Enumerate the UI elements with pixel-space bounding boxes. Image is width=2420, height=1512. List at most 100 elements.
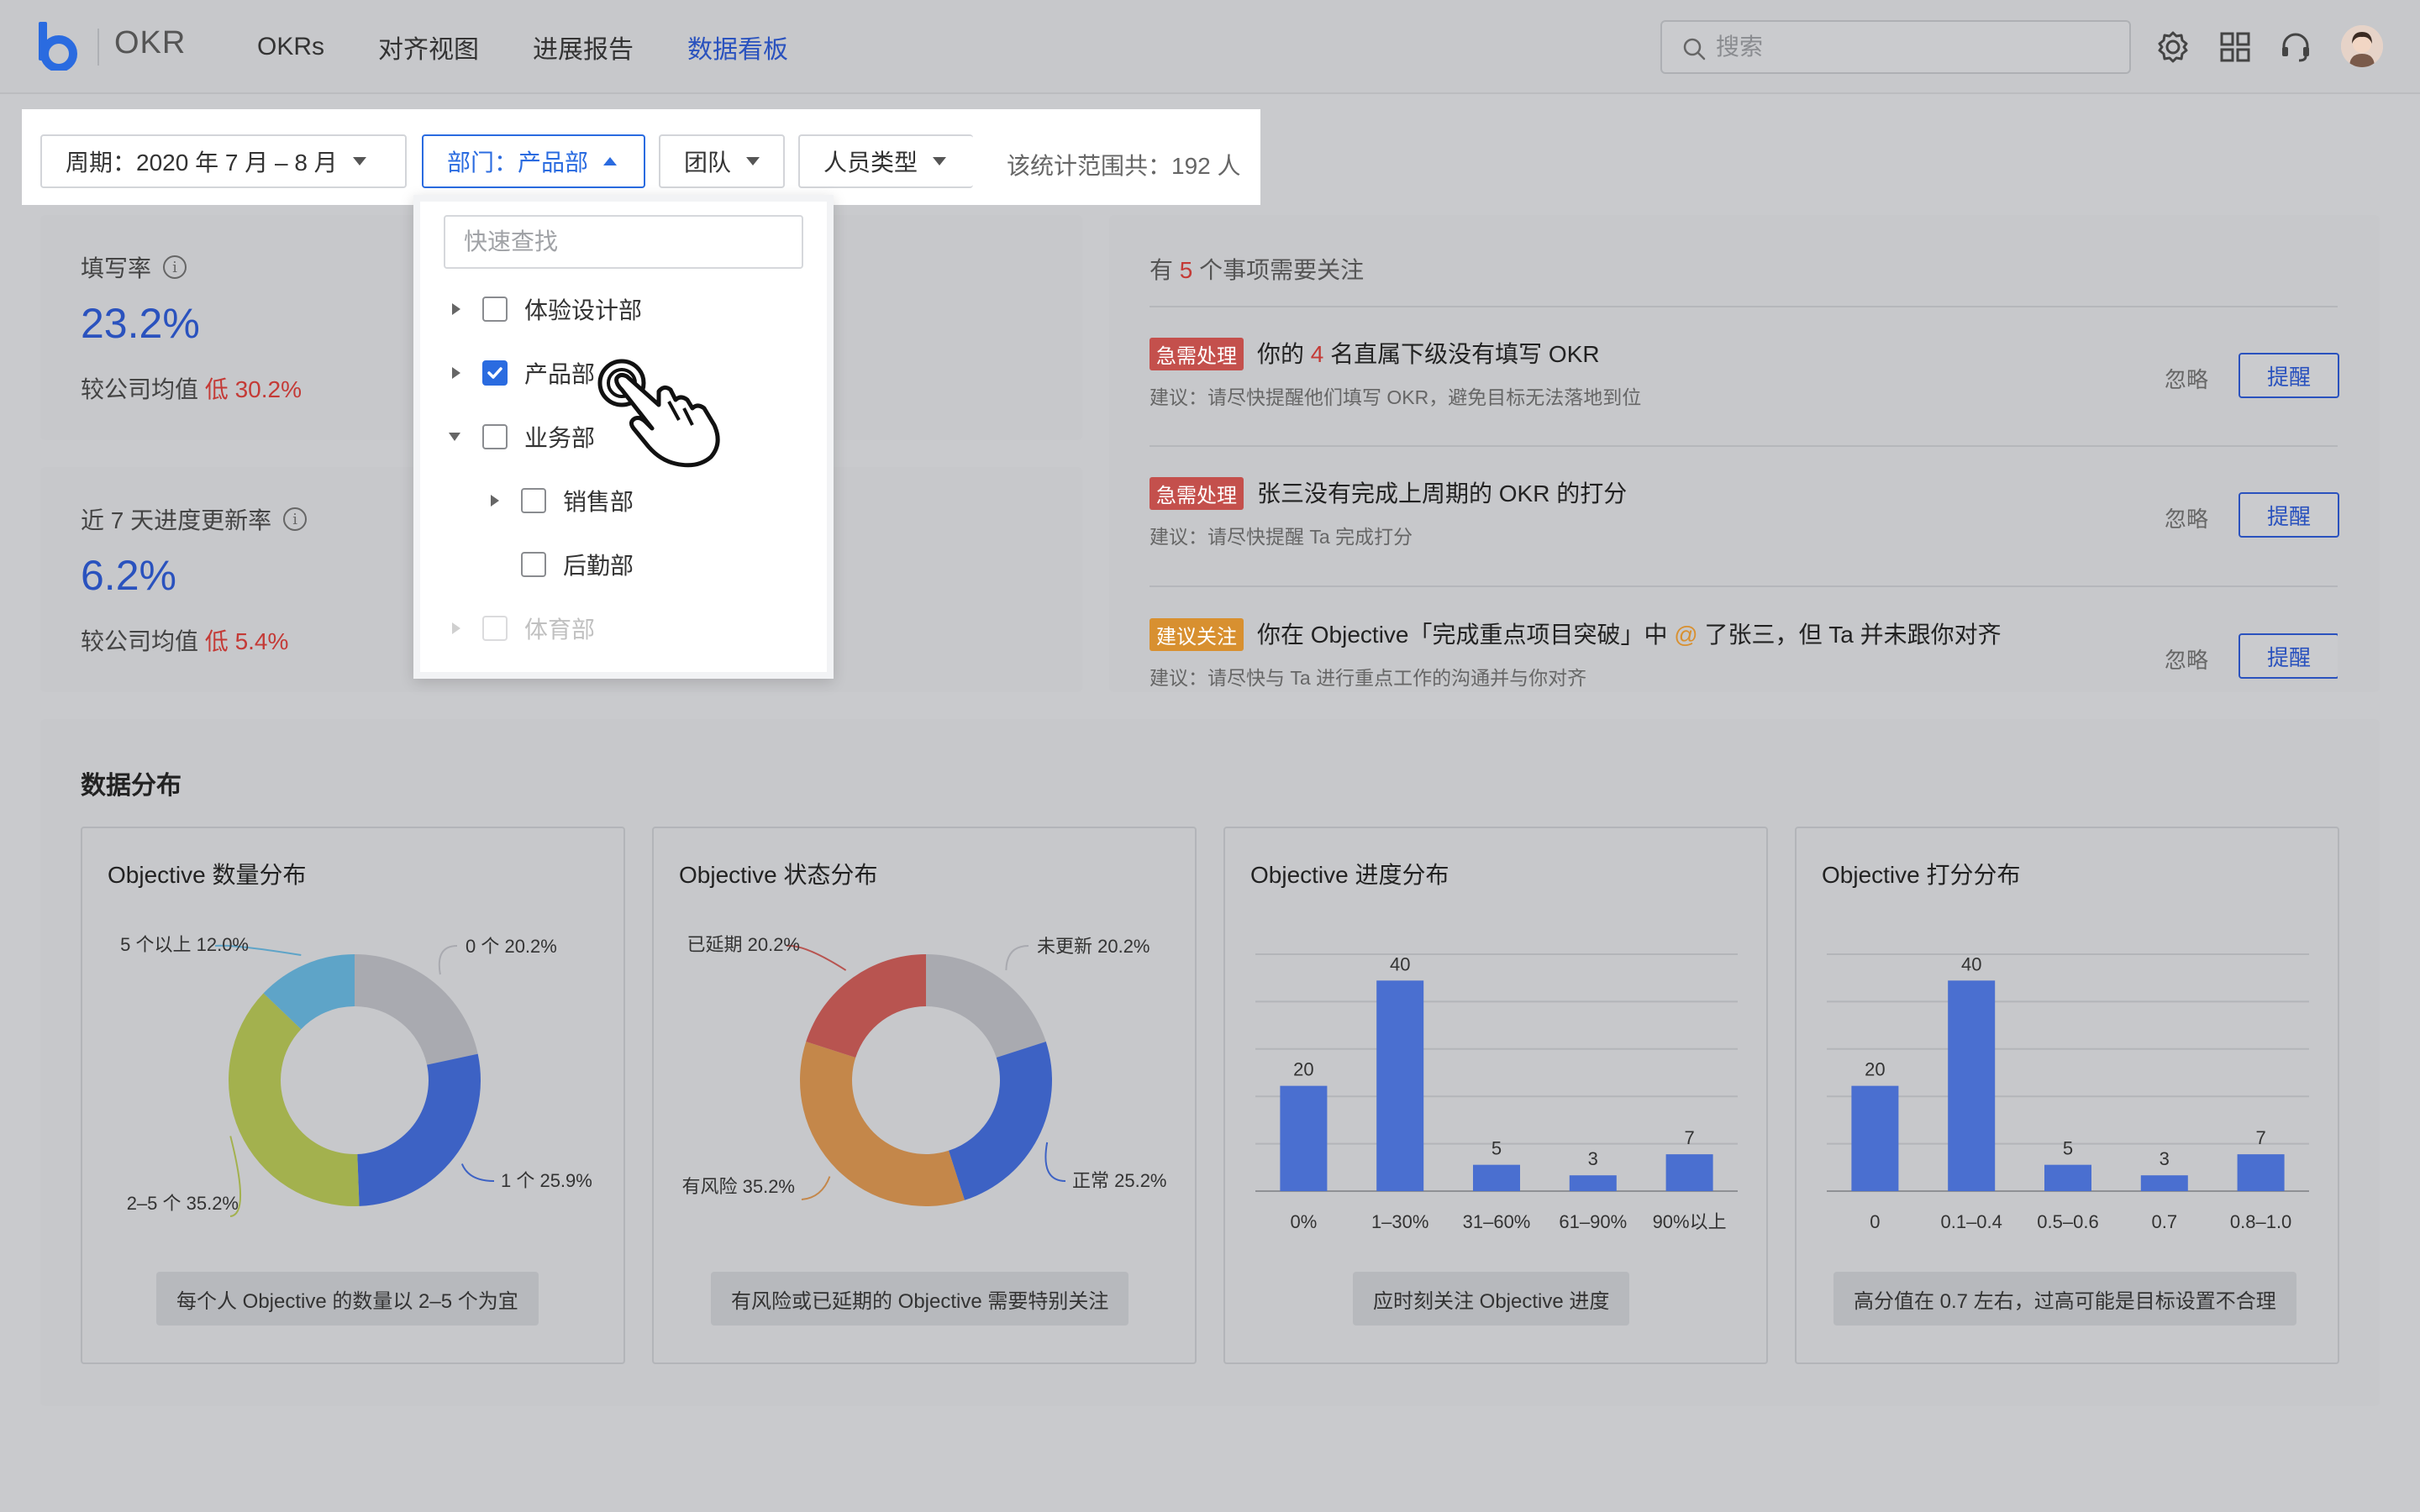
ignore-button[interactable]: 忽略 xyxy=(2165,643,2208,675)
bar-value-label: 5 xyxy=(1491,1138,1502,1159)
alert-suggestion: 建议：请尽快提醒他们填写 OKR，避免目标无法落地到位 xyxy=(1150,386,1642,408)
ignore-button[interactable]: 忽略 xyxy=(2165,502,2208,533)
bar[interactable] xyxy=(2237,1154,2285,1191)
checkbox[interactable] xyxy=(521,552,546,577)
person-type-filter-label: 人员类型 xyxy=(823,150,918,176)
logo-separator xyxy=(97,29,99,66)
top-bar: OKR OKRs 对齐视图 进展报告 数据看板 xyxy=(0,0,2420,94)
nav-alignment-view[interactable]: 对齐视图 xyxy=(378,29,479,66)
fill-rate-label-text: 填写率 xyxy=(81,255,152,281)
bar[interactable] xyxy=(2044,1164,2091,1191)
gear-icon[interactable] xyxy=(2156,30,2190,64)
team-filter[interactable]: 团队 xyxy=(659,134,785,188)
distribution-title: 数据分布 xyxy=(81,772,182,800)
alert-title-part: 了张三，但 Ta 并未跟你对齐 xyxy=(1704,622,2002,648)
x-tick-label: 0% xyxy=(1291,1211,1318,1232)
dropdown-item[interactable]: 产品部 xyxy=(449,356,595,390)
search-box[interactable] xyxy=(1660,20,2131,74)
bar-value-label: 20 xyxy=(1865,1059,1885,1080)
alert-title: 张三没有完成上周期的 OKR 的打分 xyxy=(1257,475,1627,509)
remind-button[interactable]: 提醒 xyxy=(2238,353,2339,398)
expand-right-icon[interactable] xyxy=(452,303,460,315)
donut-slice[interactable] xyxy=(806,954,926,1058)
bar[interactable] xyxy=(1473,1164,1520,1191)
info-icon[interactable]: i xyxy=(163,255,187,279)
slice-label: 已延期 20.2% xyxy=(687,934,801,955)
alert-title: 你在 Objective「完成重点项目突破」中 @ 了张三，但 Ta 并未跟你对… xyxy=(1257,617,2002,650)
donut-slice[interactable] xyxy=(355,954,478,1065)
bar-value-label: 20 xyxy=(1293,1059,1313,1080)
bar[interactable] xyxy=(1851,1085,1899,1191)
dropdown-search-input[interactable] xyxy=(444,215,803,269)
bar[interactable] xyxy=(1376,980,1424,1191)
donut-slice[interactable] xyxy=(800,1042,965,1206)
nav-data-dashboard[interactable]: 数据看板 xyxy=(687,29,788,66)
nav-progress-report[interactable]: 进展报告 xyxy=(533,29,634,66)
dropdown-item[interactable]: 体育部 xyxy=(449,612,595,645)
bar[interactable] xyxy=(1569,1175,1617,1191)
remind-button[interactable]: 提醒 xyxy=(2238,633,2338,679)
person-type-filter[interactable]: 人员类型 xyxy=(798,134,973,188)
checkbox[interactable] xyxy=(482,616,508,641)
fill-rate-label: 填写率 i xyxy=(81,250,187,284)
urgent-tag: 急需处理 xyxy=(1150,477,1244,510)
info-icon[interactable]: i xyxy=(283,507,308,531)
bar[interactable] xyxy=(1280,1085,1328,1191)
department-filter-label: 部门：产品部 xyxy=(447,150,589,176)
x-tick-label: 1–30% xyxy=(1371,1211,1429,1232)
alert-title-part: 名直属下级没有填写 OKR xyxy=(1330,341,1600,367)
divider xyxy=(1150,585,2338,587)
expand-right-icon[interactable] xyxy=(452,622,460,634)
expand-right-icon[interactable] xyxy=(491,495,499,507)
dropdown-item[interactable]: 销售部 xyxy=(487,484,634,517)
donut-slice[interactable] xyxy=(357,1053,481,1206)
update-rate-label: 近 7 天进度更新率 i xyxy=(81,502,308,536)
panel-note: 应时刻关注 Objective 进度 xyxy=(1353,1272,1630,1326)
expand-down-icon[interactable] xyxy=(449,433,460,441)
apps-grid-icon[interactable] xyxy=(2218,30,2252,64)
x-tick-label: 0.8–1.0 xyxy=(2230,1211,2291,1232)
update-rate-label-text: 近 7 天进度更新率 xyxy=(81,507,272,533)
avatar[interactable] xyxy=(2341,25,2383,67)
donut-slice[interactable] xyxy=(926,954,1046,1058)
alert-title-highlight: @ xyxy=(1674,622,1698,648)
period-filter-label: 周期：2020 年 7 月 – 8 月 xyxy=(66,150,338,176)
bar[interactable] xyxy=(1665,1154,1713,1191)
checkbox[interactable] xyxy=(482,360,508,386)
remind-button[interactable]: 提醒 xyxy=(2238,492,2339,538)
bar-value-label: 7 xyxy=(2255,1127,2265,1148)
caret-down-icon xyxy=(352,157,366,165)
checkbox[interactable] xyxy=(482,297,508,322)
app-logo-icon[interactable] xyxy=(37,22,77,71)
expand-right-icon[interactable] xyxy=(452,367,460,379)
app-title: OKR xyxy=(114,25,187,60)
alert-title-part: 你的 xyxy=(1257,341,1305,367)
bar[interactable] xyxy=(2140,1175,2188,1191)
alert-item: 急需处理 你的 4 名直属下级没有填写 OKR 建议：请尽快提醒他们填写 OKR… xyxy=(1150,319,2339,459)
headset-support-icon[interactable] xyxy=(2279,30,2312,64)
bar[interactable] xyxy=(1948,980,1996,1191)
dropdown-item[interactable]: 体验设计部 xyxy=(449,292,642,326)
compare-prefix: 较公司均值 xyxy=(81,628,199,654)
ignore-button[interactable]: 忽略 xyxy=(2165,363,2208,394)
bar-value-label: 5 xyxy=(2063,1138,2073,1159)
dropdown-item[interactable]: 后勤部 xyxy=(487,548,634,581)
alert-title-part: 你在 Objective「完成重点项目突破」中 xyxy=(1257,622,1668,648)
donut-slice[interactable] xyxy=(229,993,360,1206)
dropdown-item-label: 产品部 xyxy=(524,361,596,387)
checkbox[interactable] xyxy=(521,488,546,513)
period-filter[interactable]: 周期：2020 年 7 月 – 8 月 xyxy=(40,134,407,188)
dropdown-item[interactable]: 业务部 xyxy=(449,420,595,454)
donut-slice[interactable] xyxy=(948,1042,1052,1200)
slice-label: 2–5 个 35.2% xyxy=(127,1193,239,1214)
slice-label: 1 个 25.9% xyxy=(501,1170,592,1191)
search-input[interactable] xyxy=(1716,34,2129,60)
user-avatar-icon xyxy=(2341,25,2383,67)
main-nav: OKRs 对齐视图 进展报告 数据看板 xyxy=(257,0,842,94)
checkbox[interactable] xyxy=(482,424,508,449)
divider xyxy=(1150,306,2338,307)
nav-okrs[interactable]: OKRs xyxy=(257,33,324,61)
department-filter[interactable]: 部门：产品部 xyxy=(422,134,645,188)
alerts-head-prefix: 有 xyxy=(1150,257,1174,283)
dropdown-item-label: 销售部 xyxy=(563,489,634,515)
